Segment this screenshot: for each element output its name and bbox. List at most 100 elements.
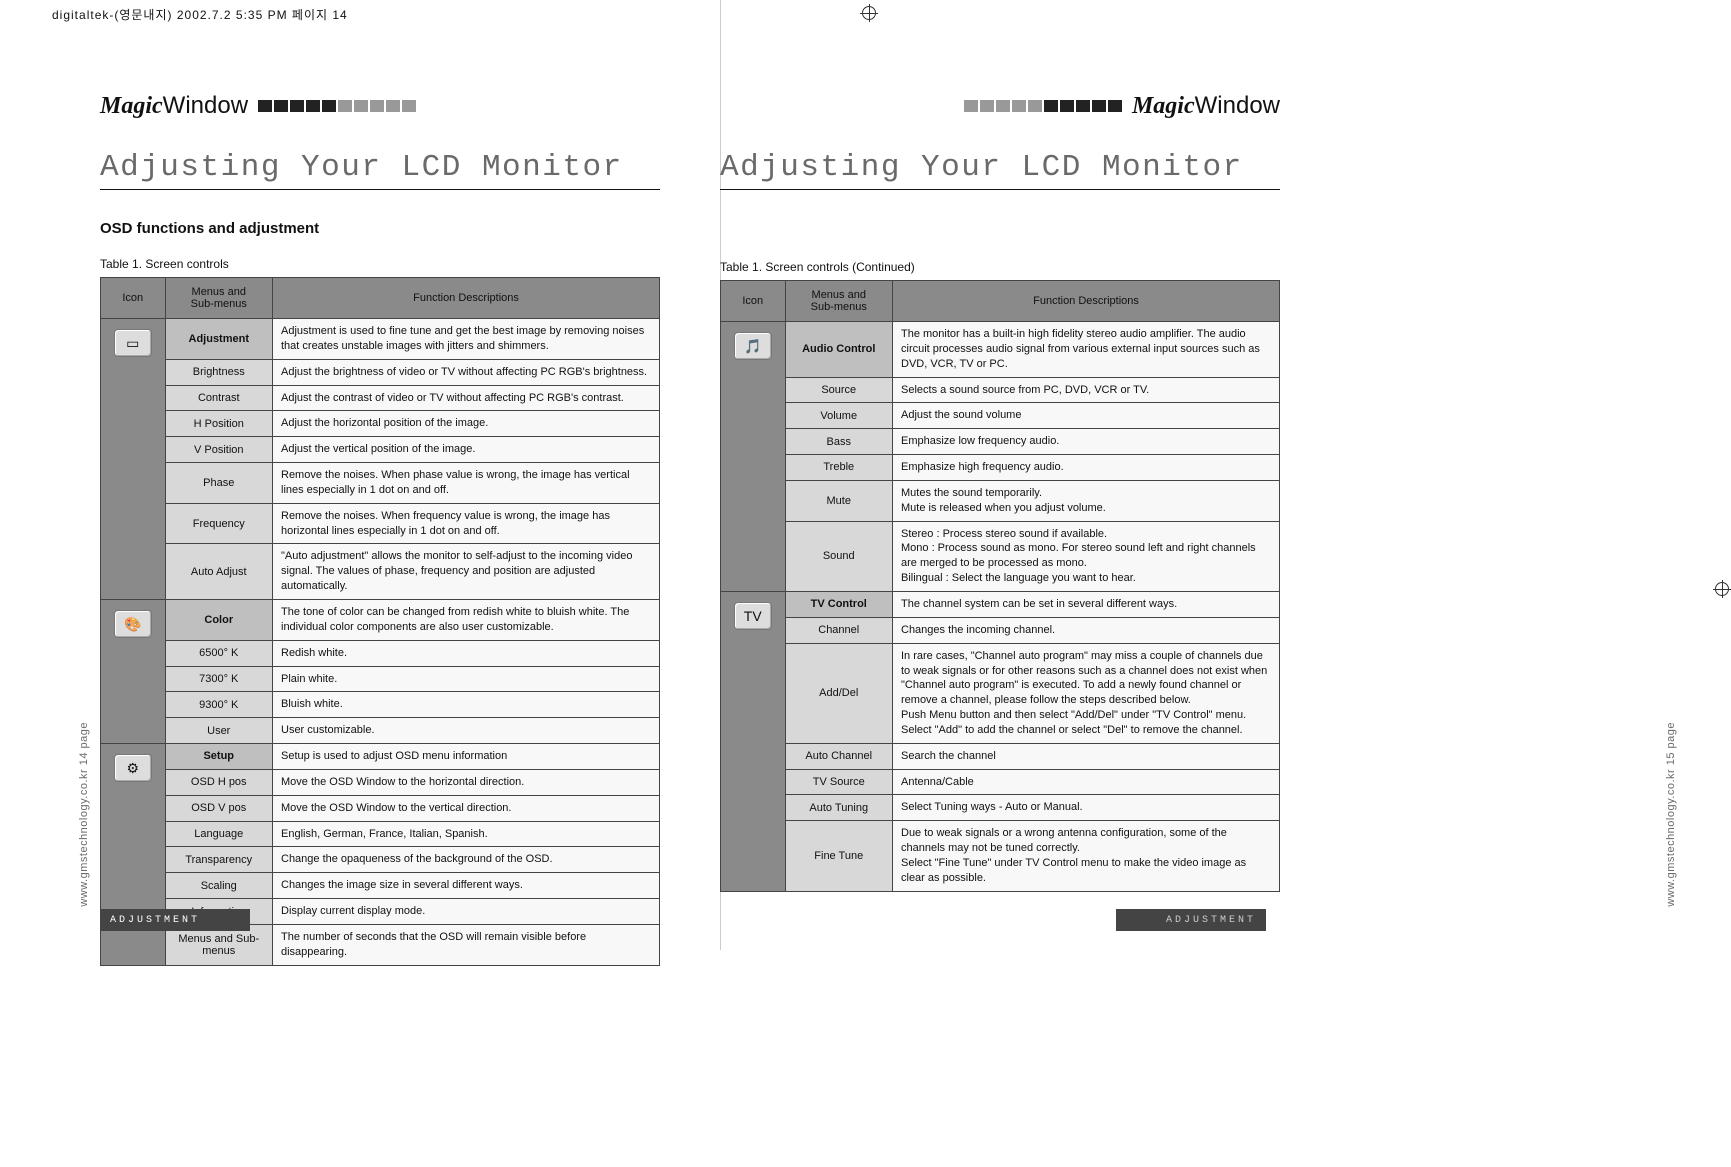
menu-cell: Volume [785,403,893,429]
desc-cell: Adjust the vertical position of the imag… [273,437,660,463]
table-caption: Table 1. Screen controls (Continued) [720,260,1280,274]
desc-cell: Selects a sound source from PC, DVD, VCR… [893,377,1280,403]
menu-cell: Mute [785,480,893,521]
page-title: Adjusting Your LCD Monitor [720,150,1280,185]
desc-cell: Antenna/Cable [893,769,1280,795]
menu-cell: Transparency [165,847,273,873]
title-rule [720,189,1280,190]
menu-cell: Audio Control [785,322,893,378]
desc-cell: English, German, France, Italian, Spanis… [273,821,660,847]
desc-cell: Mutes the sound temporarily. Mute is rel… [893,480,1280,521]
menu-cell: 7300° K [165,666,273,692]
desc-cell: Adjustment is used to fine tune and get … [273,319,660,360]
osd-icon: TV [734,602,772,630]
desc-cell: Stereo : Process stereo sound if availab… [893,521,1280,591]
print-spread: digitaltek-(영문내지) 2002.7.2 5:35 PM 페이지 1… [0,0,1731,1167]
desc-cell: Adjust the horizontal position of the im… [273,411,660,437]
right-page: MagicWindow Adjusting Your LCD Monitor T… [720,90,1280,892]
brand-thin: Window [163,92,248,119]
group-icon-cell: 🎵 [721,322,786,592]
desc-cell: Redish white. [273,640,660,666]
crop-mark-icon [1713,580,1731,598]
gutter-left-text: www.gmstechnology.co.kr 14 page [78,722,90,907]
desc-cell: The monitor has a built-in high fidelity… [893,322,1280,378]
menu-cell: Treble [785,455,893,481]
desc-cell: Display current display mode. [273,899,660,925]
crop-mark-icon [860,4,878,22]
th-icon: Icon [721,281,786,322]
menu-cell: OSD V pos [165,795,273,821]
desc-cell: Due to weak signals or a wrong antenna c… [893,821,1280,891]
brand-bold: Magic [100,93,163,119]
osd-icon: 🎨 [114,610,152,638]
menu-cell: OSD H pos [165,769,273,795]
menu-cell: Sound [785,521,893,591]
brand-thin: Window [1195,92,1280,119]
desc-cell: "Auto adjustment" allows the monitor to … [273,544,660,600]
squares-icon [964,100,1122,112]
brand-logo: MagicWindow [1132,92,1280,120]
left-page: MagicWindow Adjusting Your LCD Monitor O… [100,90,660,966]
group-icon-cell: ▭ [101,319,166,600]
th-icon: Icon [101,278,166,319]
group-icon-cell: 🎨 [101,599,166,743]
brand-logo: MagicWindow [100,92,248,120]
desc-cell: Plain white. [273,666,660,692]
osd-icon: ▭ [114,329,152,357]
menu-cell: TV Control [785,591,893,617]
file-header: digitaltek-(영문내지) 2002.7.2 5:35 PM 페이지 1… [52,6,348,23]
desc-cell: Adjust the sound volume [893,403,1280,429]
desc-cell: Move the OSD Window to the vertical dire… [273,795,660,821]
menu-cell: TV Source [785,769,893,795]
menu-cell: Auto Channel [785,743,893,769]
menu-cell: Source [785,377,893,403]
menu-cell: V Position [165,437,273,463]
page-title: Adjusting Your LCD Monitor [100,150,660,185]
desc-cell: User customizable. [273,718,660,744]
screen-controls-table: Icon Menus and Sub-menus Function Descri… [100,277,660,966]
desc-cell: Adjust the contrast of video or TV witho… [273,385,660,411]
osd-icon: ⚙ [114,754,152,782]
menu-cell: 6500° K [165,640,273,666]
th-desc: Function Descriptions [273,278,660,319]
desc-cell: Change the opaqueness of the background … [273,847,660,873]
desc-cell: Remove the noises. When frequency value … [273,503,660,544]
menu-cell: Fine Tune [785,821,893,891]
desc-cell: Emphasize high frequency audio. [893,455,1280,481]
desc-cell: The tone of color can be changed from re… [273,599,660,640]
desc-cell: The channel system can be set in several… [893,591,1280,617]
screen-controls-table-cont: Icon Menus and Sub-menus Function Descri… [720,280,1280,892]
menu-cell: Color [165,599,273,640]
menu-cell: Language [165,821,273,847]
menu-cell: Auto Adjust [165,544,273,600]
menu-cell: Brightness [165,359,273,385]
desc-cell: In rare cases, "Channel auto program" ma… [893,643,1280,743]
menu-cell: User [165,718,273,744]
menu-cell: Channel [785,617,893,643]
brand-row: MagicWindow [100,90,660,122]
menu-cell: Setup [165,744,273,770]
desc-cell: Bluish white. [273,692,660,718]
desc-cell: Select Tuning ways - Auto or Manual. [893,795,1280,821]
desc-cell: Search the channel [893,743,1280,769]
menu-cell: Phase [165,463,273,504]
desc-cell: Move the OSD Window to the horizontal di… [273,769,660,795]
desc-cell: Remove the noises. When phase value is w… [273,463,660,504]
osd-icon: 🎵 [734,332,772,360]
group-icon-cell: TV [721,591,786,891]
th-desc: Function Descriptions [893,281,1280,322]
footer-tab-left: ADJUSTMENT [100,909,250,931]
brand-bold: Magic [1132,93,1195,119]
th-menu: Menus and Sub-menus [165,278,273,319]
menu-cell: 9300° K [165,692,273,718]
brand-row: MagicWindow [720,90,1280,122]
desc-cell: Changes the image size in several differ… [273,873,660,899]
menu-cell: H Position [165,411,273,437]
desc-cell: The number of seconds that the OSD will … [273,924,660,965]
osd-sub: OSD functions and adjustment [100,220,660,237]
menu-cell: Bass [785,429,893,455]
menu-cell: Frequency [165,503,273,544]
desc-cell: Setup is used to adjust OSD menu informa… [273,744,660,770]
menu-cell: Contrast [165,385,273,411]
desc-cell: Adjust the brightness of video or TV wit… [273,359,660,385]
